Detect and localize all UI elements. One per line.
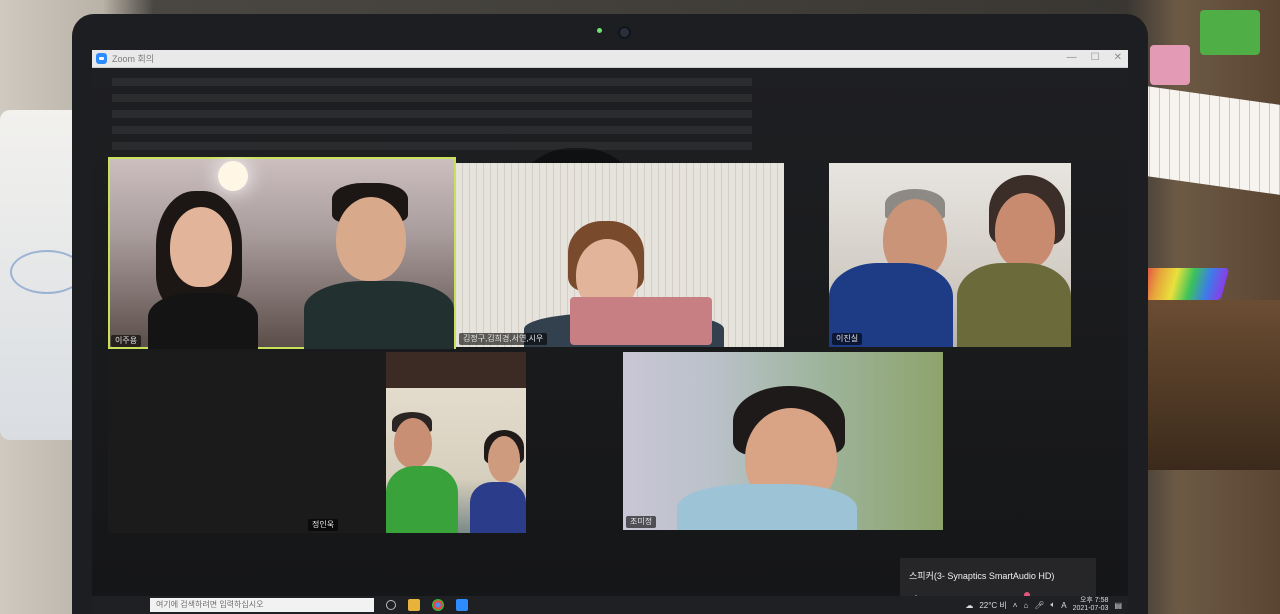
screen-reflection (112, 78, 752, 158)
input-language[interactable]: A (1061, 601, 1066, 610)
zoom-taskbar-icon[interactable] (456, 599, 468, 611)
task-view-icon[interactable] (386, 600, 396, 610)
window-title: Zoom 회의 (112, 54, 155, 64)
video-tile[interactable]: 이주용 (108, 157, 456, 349)
windows-taskbar: 여기에 검색하려면 입력하십시오 ☁︎ 22°C 비 ˄ ⌂ 🎤︎ 🔈︎ A 오… (92, 596, 1128, 614)
webcam (618, 26, 631, 39)
laptop-screen: Zoom 회의 — ☐ ✕ 이주용 김정구,김희경,서연,시우 이진실 정인욱 … (92, 50, 1128, 614)
weather-text[interactable]: 22°C 비 (979, 600, 1006, 611)
participant-name-label: 정인욱 (308, 519, 339, 531)
participant-name-label: 이주용 (111, 335, 142, 347)
zoom-title-bar[interactable]: Zoom 회의 — ☐ ✕ (92, 50, 1128, 68)
network-icon[interactable]: ⌂ (1023, 601, 1028, 610)
participant-name-label: 조미정 (626, 516, 657, 528)
zoom-app-icon (96, 53, 107, 64)
notification-icon[interactable]: ▤ (1114, 601, 1122, 610)
video-tile[interactable]: 김정구,김희경,서연,시우 (456, 163, 784, 347)
taskbar-clock[interactable]: 오후 7:58 2021-07-03 (1073, 597, 1109, 613)
close-icon[interactable]: ✕ (1114, 52, 1122, 63)
clock-time: 오후 7:58 (1079, 597, 1109, 604)
participant-name-label: 김정구,김희경,서연,시우 (459, 333, 548, 345)
file-explorer-icon[interactable] (408, 599, 420, 611)
chrome-icon[interactable] (432, 599, 444, 611)
video-tile[interactable] (386, 352, 526, 533)
system-tray: ☁︎ 22°C 비 ˄ ⌂ 🎤︎ 🔈︎ A 오후 7:58 2021-07-03… (965, 597, 1122, 613)
phone-camera (570, 297, 712, 345)
camera-led (597, 28, 602, 33)
video-tile-background: 정인욱 (108, 352, 386, 533)
weather-icon: ☁︎ (965, 600, 974, 610)
taskbar-search-box[interactable]: 여기에 검색하려면 입력하십시오 (150, 598, 374, 612)
background-toy (1135, 268, 1230, 300)
maximize-icon[interactable]: ☐ (1091, 52, 1100, 63)
audio-device-name: 스피커(3- Synaptics SmartAudio HD) (909, 571, 1055, 581)
background-object (1200, 10, 1260, 55)
clock-date: 2021-07-03 (1072, 605, 1109, 612)
video-tile[interactable]: 이진실 (829, 163, 1071, 347)
chevron-up-icon[interactable]: ˄ (1013, 601, 1018, 610)
video-tile[interactable]: 조미정 (623, 352, 943, 530)
volume-icon[interactable]: 🔈︎ (1050, 600, 1055, 610)
ceiling-light (218, 161, 248, 191)
minimize-icon[interactable]: — (1067, 52, 1077, 63)
participant-name-label: 이진실 (832, 333, 863, 345)
laptop-frame: Zoom 회의 — ☐ ✕ 이주용 김정구,김희경,서연,시우 이진실 정인욱 … (72, 14, 1148, 614)
background-piano (1140, 85, 1280, 195)
background-desk (1130, 300, 1280, 470)
window-controls: — ☐ ✕ (1067, 52, 1122, 63)
microphone-icon[interactable]: 🎤︎ (1034, 601, 1044, 610)
background-object (1150, 45, 1190, 85)
